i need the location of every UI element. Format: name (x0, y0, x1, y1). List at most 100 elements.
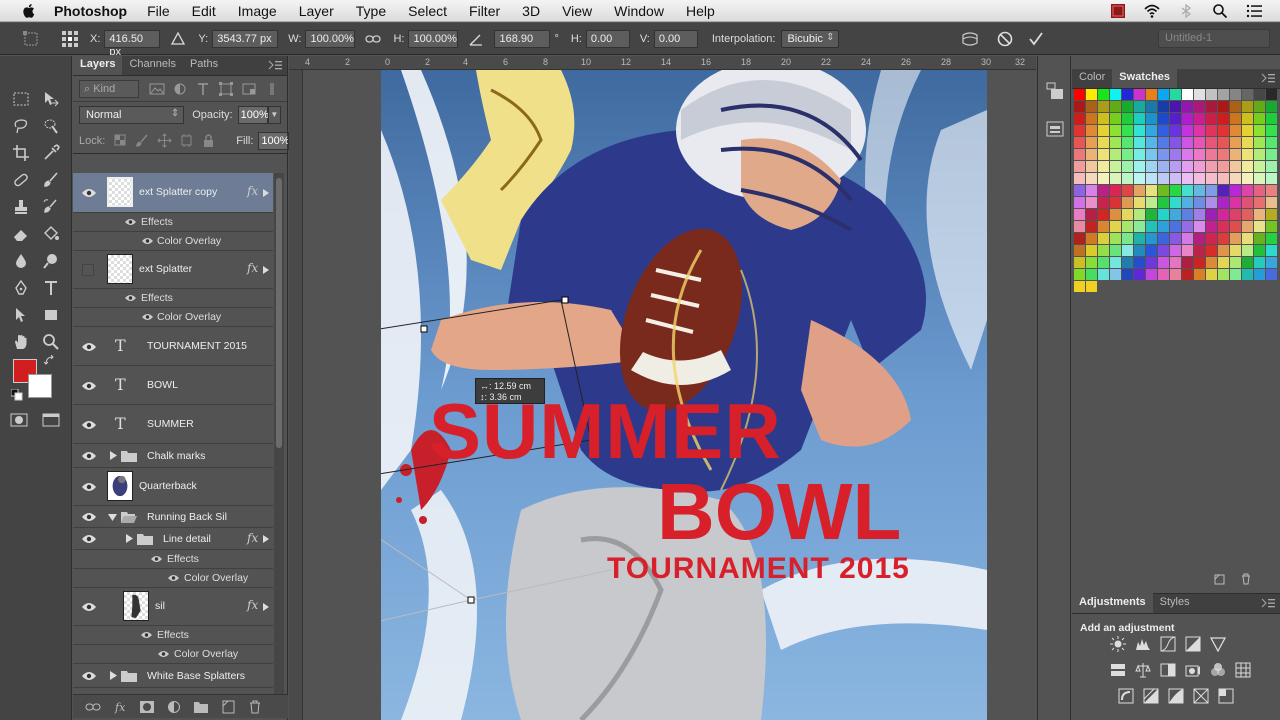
color-swatch[interactable] (1158, 185, 1169, 196)
color-swatch[interactable] (1170, 137, 1181, 148)
apple-icon[interactable] (22, 3, 36, 19)
add-style-icon[interactable]: fx (112, 700, 128, 714)
vibrance-button[interactable] (1208, 634, 1228, 654)
color-swatch[interactable] (1206, 257, 1217, 268)
color-swatch[interactable] (1110, 185, 1121, 196)
color-swatch[interactable] (1170, 173, 1181, 184)
color-swatch[interactable] (1266, 101, 1277, 112)
color-swatch[interactable] (1182, 173, 1193, 184)
color-swatch[interactable] (1098, 149, 1109, 160)
color-swatch[interactable] (1158, 197, 1169, 208)
color-swatch[interactable] (1254, 89, 1265, 100)
color-swatch[interactable] (1146, 221, 1157, 232)
color-swatch[interactable] (1242, 233, 1253, 244)
color-swatch[interactable] (1146, 233, 1157, 244)
color-swatch[interactable] (1266, 221, 1277, 232)
color-swatch[interactable] (1206, 173, 1217, 184)
link-layers-icon[interactable] (85, 700, 101, 714)
color-swatch[interactable] (1194, 197, 1205, 208)
color-swatch[interactable] (1086, 233, 1097, 244)
photo-filter-button[interactable] (1183, 660, 1203, 680)
layer-name[interactable]: Line detail (163, 533, 211, 545)
color-swatch[interactable] (1194, 125, 1205, 136)
color-swatch[interactable] (1242, 257, 1253, 268)
effects-row[interactable]: Effects (73, 626, 273, 645)
eye-icon[interactable] (81, 511, 97, 523)
color-swatch[interactable] (1086, 161, 1097, 172)
color-swatch[interactable] (1170, 209, 1181, 220)
effect-eye-icon[interactable] (141, 236, 154, 246)
color-swatch[interactable] (1218, 161, 1229, 172)
color-swatch[interactable] (1218, 257, 1229, 268)
color-swatch[interactable] (1134, 257, 1145, 268)
color-swatch[interactable] (1122, 149, 1133, 160)
color-swatch[interactable] (1074, 269, 1085, 280)
color-swatch[interactable] (1146, 209, 1157, 220)
color-swatch[interactable] (1170, 269, 1181, 280)
interpolation-select[interactable]: Bicubic (781, 29, 840, 48)
color-swatch[interactable] (1098, 185, 1109, 196)
color-swatch[interactable] (1242, 173, 1253, 184)
color-swatch[interactable] (1266, 113, 1277, 124)
color-swatch[interactable] (1266, 233, 1277, 244)
color-swatch[interactable] (1074, 209, 1085, 220)
effects-row[interactable]: Effects (73, 213, 273, 232)
color-swatch[interactable] (1266, 209, 1277, 220)
color-swatch[interactable] (1230, 221, 1241, 232)
color-swatch[interactable] (1074, 149, 1085, 160)
color-swatch[interactable] (1158, 221, 1169, 232)
shape-tool[interactable] (36, 302, 66, 328)
color-swatch[interactable] (1110, 89, 1121, 100)
color-swatch[interactable] (1254, 161, 1265, 172)
layer-row-tournament[interactable]: T TOURNAMENT 2015 (73, 327, 273, 366)
move-tool[interactable] (36, 86, 66, 112)
layer-row-white-base-splatters[interactable]: White Base Splatters (73, 664, 273, 688)
color-swatch[interactable] (1086, 209, 1097, 220)
color-swatch[interactable] (1254, 269, 1265, 280)
effects-eye-icon[interactable] (150, 554, 163, 564)
color-swatch[interactable] (1230, 257, 1241, 268)
add-mask-icon[interactable] (139, 700, 155, 714)
color-swatch[interactable] (1230, 269, 1241, 280)
color-swatch[interactable] (1074, 221, 1085, 232)
color-swatch[interactable] (1122, 137, 1133, 148)
color-swatch[interactable] (1098, 125, 1109, 136)
color-swatch[interactable] (1146, 89, 1157, 100)
panel-menu-icon[interactable] (267, 59, 283, 71)
black-white-button[interactable] (1158, 660, 1178, 680)
color-swatch[interactable] (1086, 257, 1097, 268)
color-swatch[interactable] (1170, 161, 1181, 172)
layer-name[interactable]: sil (155, 600, 165, 612)
color-swatch[interactable] (1242, 113, 1253, 124)
color-swatch[interactable] (1194, 233, 1205, 244)
color-swatch[interactable] (1254, 173, 1265, 184)
effect-eye-icon[interactable] (167, 573, 180, 583)
color-swatch[interactable] (1098, 197, 1109, 208)
gradient-tool[interactable] (36, 221, 66, 247)
color-swatch[interactable] (1242, 197, 1253, 208)
color-swatch[interactable] (1170, 101, 1181, 112)
color-swatch[interactable] (1194, 257, 1205, 268)
color-swatch[interactable] (1242, 89, 1253, 100)
color-swatch[interactable] (1146, 113, 1157, 124)
color-swatch[interactable] (1134, 137, 1145, 148)
delta-icon[interactable] (169, 30, 187, 48)
color-swatch[interactable] (1122, 197, 1133, 208)
color-swatch[interactable] (1182, 233, 1193, 244)
color-swatch[interactable] (1158, 233, 1169, 244)
layer-row-summer[interactable]: T SUMMER (73, 405, 273, 444)
exposure-button[interactable] (1183, 634, 1203, 654)
color-swatch[interactable] (1218, 245, 1229, 256)
color-swatch[interactable] (1194, 209, 1205, 220)
color-swatch[interactable] (1086, 101, 1097, 112)
expand-group-arrow[interactable] (125, 534, 134, 543)
color-swatch[interactable] (1122, 221, 1133, 232)
eye-icon[interactable] (81, 341, 97, 353)
default-colors-icon[interactable] (11, 389, 23, 401)
color-swatch[interactable] (1122, 257, 1133, 268)
color-swatch[interactable] (1182, 185, 1193, 196)
curves-button[interactable] (1158, 634, 1178, 654)
new-group-icon[interactable] (193, 700, 209, 714)
layer-name[interactable]: SUMMER (147, 418, 194, 430)
color-swatch[interactable] (1254, 101, 1265, 112)
